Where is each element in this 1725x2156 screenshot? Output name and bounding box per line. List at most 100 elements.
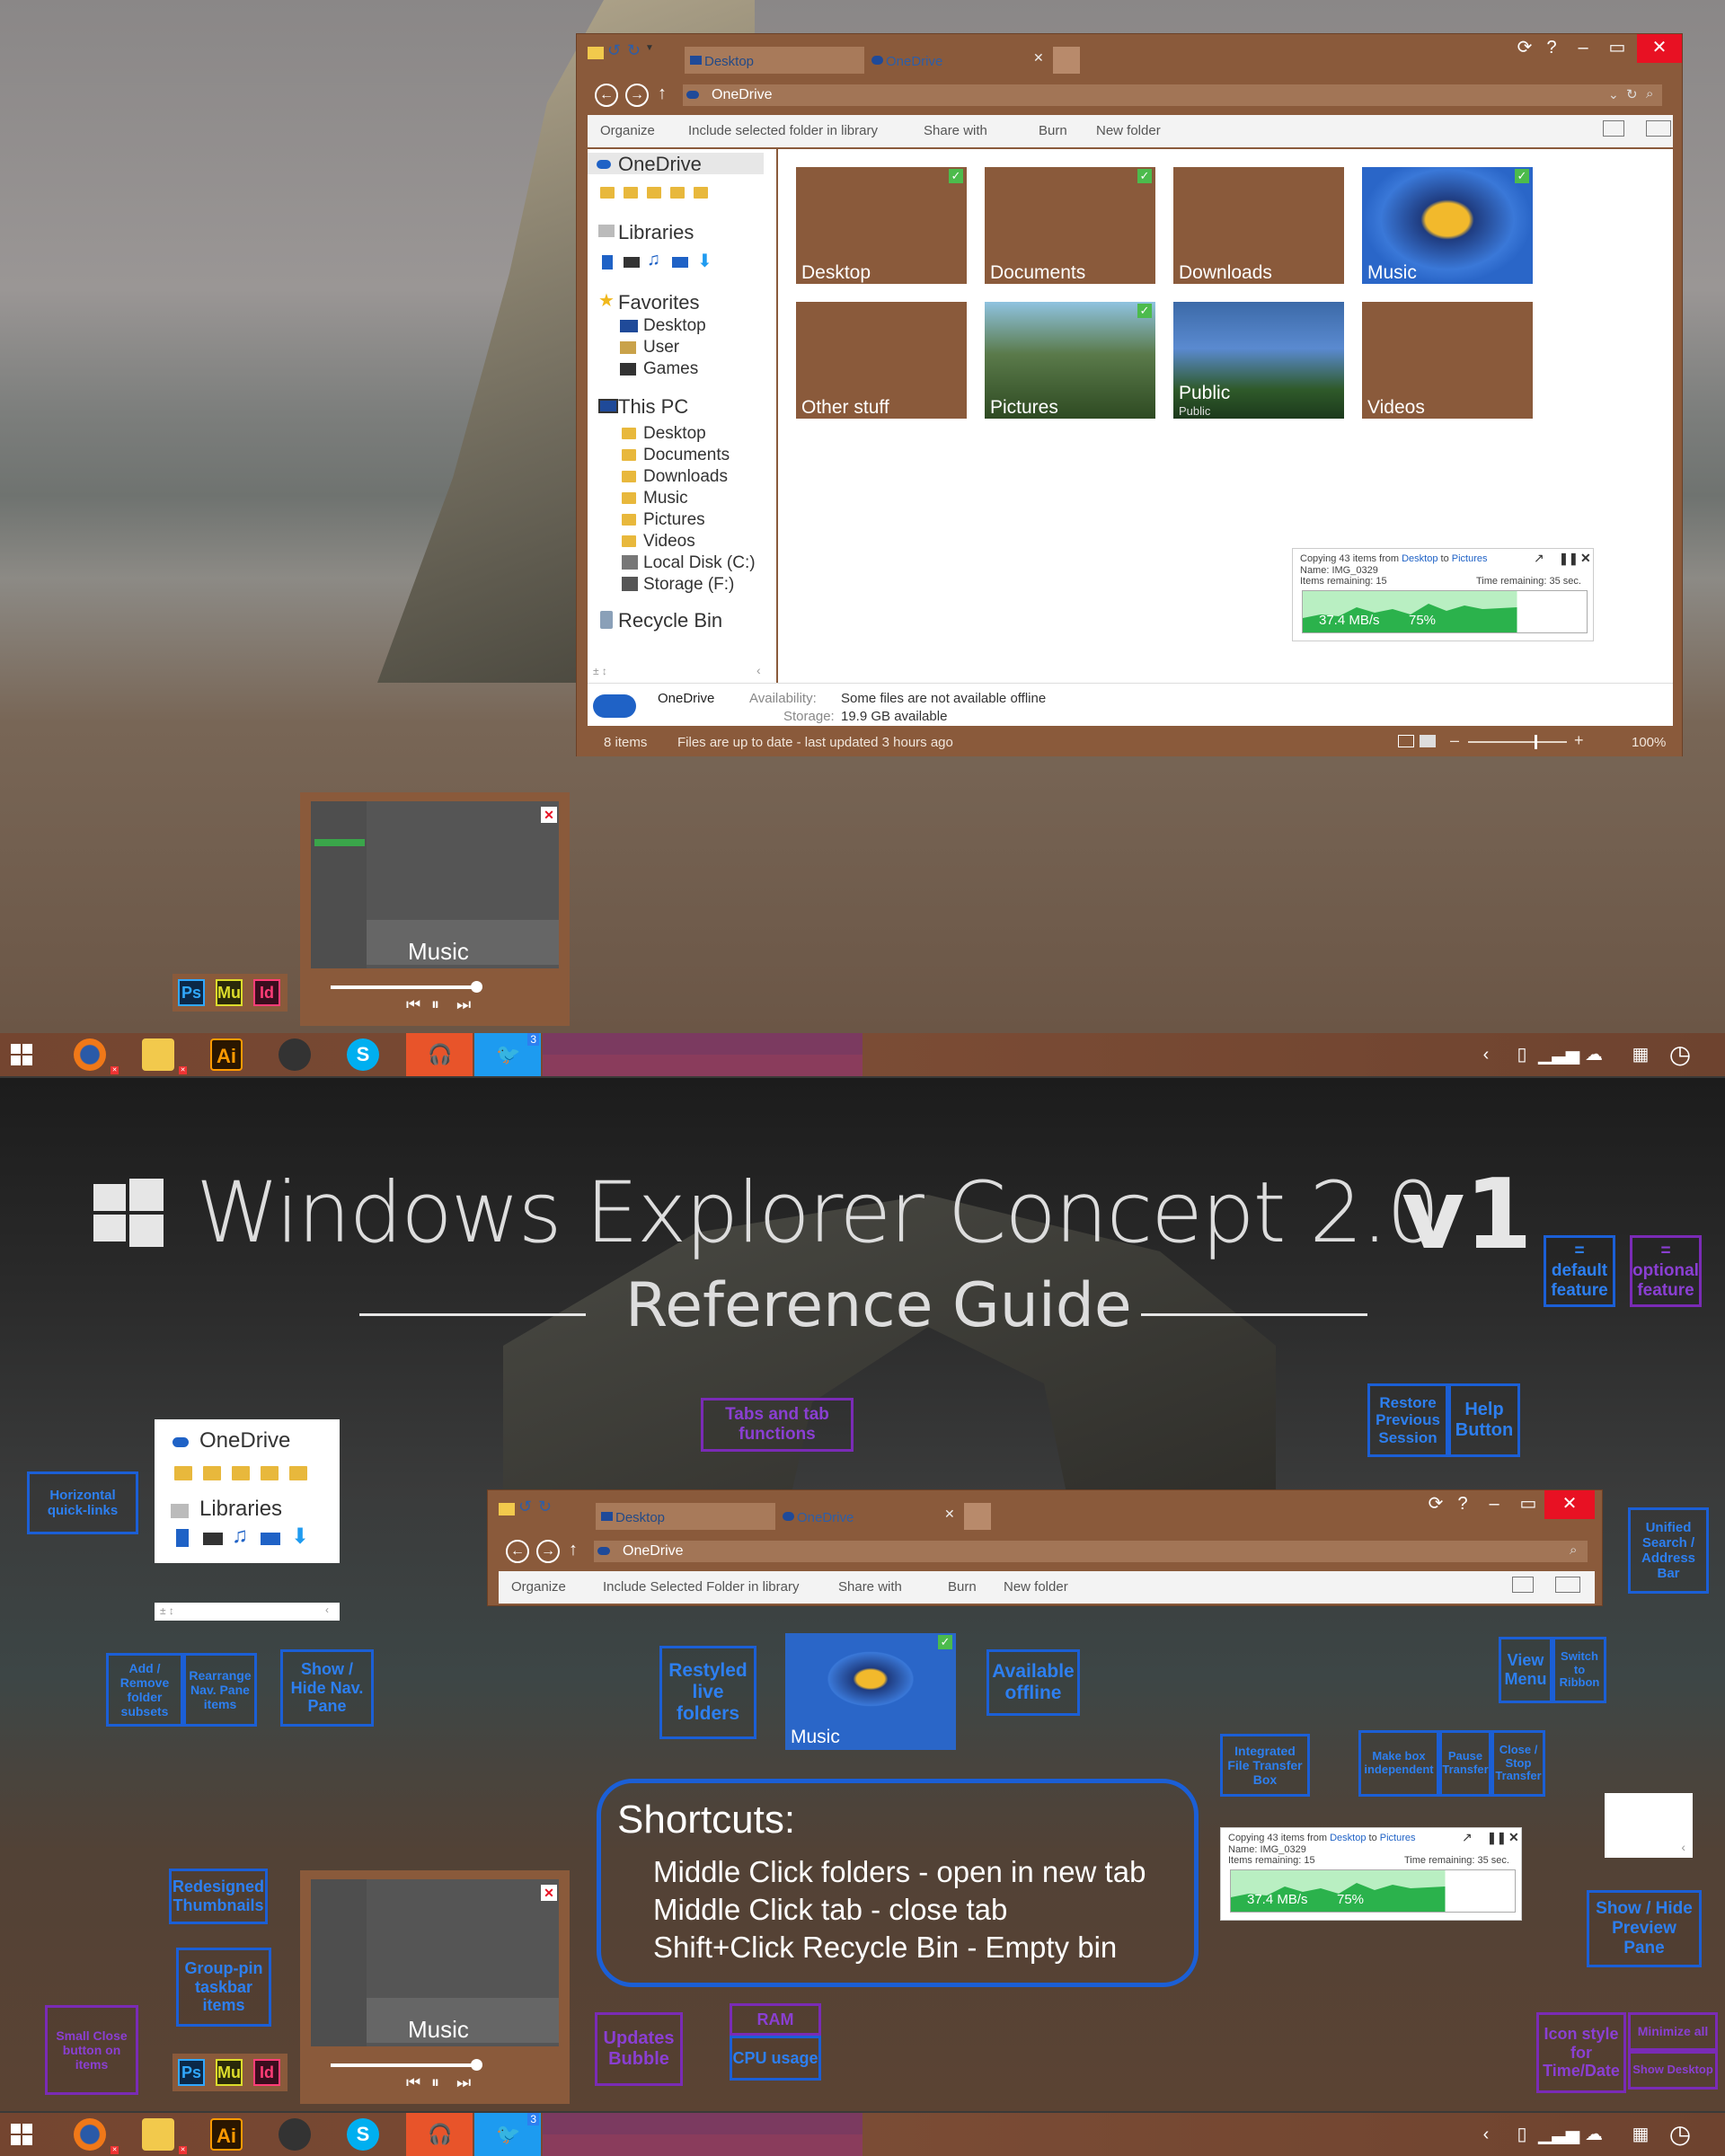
pause-icon[interactable]: ❚❚ [1487, 1831, 1507, 1845]
include-library-menu[interactable]: Include selected folder in library [688, 123, 878, 138]
refresh-icon[interactable]: ↻ [538, 1498, 552, 1516]
taskbar-music[interactable]: 🎧 [406, 2113, 473, 2156]
onedrive-tray-icon[interactable]: ☁ [1578, 2113, 1610, 2156]
nav-fav-desktop[interactable]: Desktop [643, 316, 706, 336]
nav-recycle-bin[interactable]: Recycle Bin [618, 609, 722, 632]
taskbar-thumbnail-sample[interactable]: ✕ Music ⏮ ⏸ ⏭ [300, 1870, 570, 2104]
nav-pc-downloads[interactable]: Downloads [643, 467, 728, 487]
view-menu-icon[interactable] [1512, 1577, 1534, 1593]
taskbar-explorer[interactable]: ✕ [124, 2113, 190, 2156]
taskbar-steam[interactable] [261, 2113, 327, 2156]
taskbar-illustrator[interactable]: Ai [192, 1033, 259, 1076]
taskbar-explorer[interactable]: ✕ [124, 1033, 190, 1076]
indesign-icon[interactable]: Id [253, 979, 280, 1006]
new-folder-button[interactable]: New folder [1004, 1579, 1068, 1595]
burn-button[interactable]: Burn [948, 1579, 977, 1595]
up-button[interactable]: ↑ [658, 84, 667, 104]
share-with-menu[interactable]: Share with [924, 123, 987, 138]
pause-track-icon[interactable]: ⏸ [431, 2073, 439, 2092]
media-seek-handle[interactable] [471, 2059, 482, 2071]
pause-track-icon[interactable]: ⏸ [431, 995, 439, 1014]
folder-tile-documents[interactable]: Documents ✓ [985, 167, 1155, 284]
new-folder-button[interactable]: New folder [1096, 123, 1161, 138]
taskbar-firefox[interactable]: ✕ [56, 1033, 122, 1076]
minimize-button[interactable]: – [1478, 1490, 1510, 1519]
close-transfer-icon[interactable]: ✕ [1580, 551, 1591, 566]
expand-box-icon[interactable]: ↗ [1534, 551, 1544, 566]
details-view-icon[interactable] [1398, 735, 1414, 747]
battery-icon[interactable]: ▯ [1509, 2113, 1535, 2156]
search-icon[interactable]: ⌕ [1570, 1542, 1577, 1558]
folder-tile-music[interactable]: Music ✓ [1362, 167, 1533, 284]
tab-close-icon[interactable]: ✕ [1033, 50, 1044, 66]
zoom-thumb[interactable] [1535, 735, 1537, 749]
close-button[interactable]: ✕ [1544, 1490, 1595, 1519]
taskbar-skype[interactable]: S [329, 1033, 395, 1076]
nav-snippet-onedrive[interactable]: OneDrive [199, 1428, 290, 1454]
nav-pc-music[interactable]: Music [643, 489, 688, 508]
minimize-button[interactable]: – [1567, 34, 1599, 63]
quick-access-dropdown-icon[interactable]: ▼ [645, 43, 654, 53]
nav-fav-user[interactable]: User [643, 338, 679, 358]
onedrive-tray-icon[interactable]: ☁ [1578, 1033, 1610, 1076]
muse-icon[interactable]: Mu [216, 2059, 243, 2086]
media-seek-handle[interactable] [471, 981, 482, 993]
thumbnail-view-icon[interactable] [1420, 735, 1436, 747]
taskbar-illustrator[interactable]: Ai [192, 2113, 259, 2156]
nav-pc-documents[interactable]: Documents [643, 446, 730, 465]
maximize-button[interactable]: ▭ [1599, 34, 1635, 63]
nav-onedrive[interactable]: OneDrive [618, 153, 702, 176]
music-tile-sample[interactable]: ✓ Music [785, 1633, 956, 1750]
taskbar-music[interactable]: 🎧 [406, 1033, 473, 1076]
nav-pc-desktop[interactable]: Desktop [643, 424, 706, 444]
nav-pc-pictures[interactable]: Pictures [643, 510, 705, 530]
up-button[interactable]: ↑ [569, 1540, 578, 1560]
taskbar-firefox[interactable]: ✕ [56, 2113, 122, 2156]
view-menu-icon[interactable] [1603, 120, 1624, 137]
back-button[interactable]: ← [506, 1540, 529, 1563]
burn-button[interactable]: Burn [1039, 123, 1067, 138]
taskbar-thumbnail[interactable]: ✕ Music ⏮ ⏸ ⏭ [300, 792, 570, 1026]
previous-track-icon[interactable]: ⏮ [406, 995, 420, 1014]
start-button[interactable] [0, 2113, 52, 2156]
chevron-down-icon[interactable]: ⌄ [1608, 87, 1619, 102]
help-icon[interactable]: ? [1449, 1490, 1476, 1519]
nav-snippet-libraries[interactable]: Libraries [199, 1497, 282, 1522]
media-seek-bar[interactable] [331, 2063, 480, 2067]
preview-pane-toggle[interactable]: ‹ [1605, 1793, 1693, 1858]
folder-tile-desktop[interactable]: Desktop ✓ [796, 167, 967, 284]
folder-tile-downloads[interactable]: Downloads [1173, 167, 1344, 284]
clock-icon[interactable]: ◷ [1662, 1033, 1698, 1076]
folder-tile-other-stuff[interactable]: Other stuff [796, 302, 967, 419]
zoom-out-icon[interactable]: – [1450, 731, 1459, 750]
transfer-from-link[interactable]: Desktop [1402, 553, 1438, 564]
tab-close-icon[interactable]: ✕ [944, 1507, 955, 1522]
share-with-menu[interactable]: Share with [838, 1579, 902, 1595]
tab-desktop[interactable]: Desktop [685, 47, 864, 74]
hide-nav-pane-icon[interactable]: ‹ [325, 1604, 329, 1616]
thumbnail-close[interactable]: ✕ [541, 807, 557, 823]
next-track-icon[interactable]: ⏭ [456, 2073, 471, 2092]
hide-nav-pane-icon[interactable]: ‹ [756, 663, 761, 677]
photoshop-icon[interactable]: Ps [178, 2059, 205, 2086]
tab-desktop[interactable]: Desktop [596, 1503, 775, 1530]
clock-icon[interactable]: ◷ [1662, 2113, 1698, 2156]
nav-pc-localdisk[interactable]: Local Disk (C:) [643, 553, 756, 573]
folder-tile-pictures[interactable]: Pictures ✓ [985, 302, 1155, 419]
address-bar[interactable]: OneDrive ⌄ ↻ ⌕ [683, 84, 1662, 106]
organize-menu[interactable]: Organize [600, 123, 655, 138]
nav-favorites[interactable]: Favorites [618, 291, 699, 314]
zoom-in-icon[interactable]: + [1574, 731, 1584, 750]
calendar-icon[interactable]: ▦ [1623, 1033, 1659, 1076]
taskbar-steam[interactable] [261, 1033, 327, 1076]
forward-button[interactable]: → [536, 1540, 560, 1563]
small-close-button[interactable]: ✕ [111, 2146, 119, 2154]
include-library-menu[interactable]: Include Selected Folder in library [603, 1579, 799, 1595]
transfer-to-link[interactable]: Pictures [1452, 553, 1488, 564]
expand-box-icon[interactable]: ↗ [1462, 1830, 1473, 1845]
tab-onedrive[interactable]: OneDrive [866, 47, 1010, 74]
back-button[interactable]: ← [595, 84, 618, 107]
battery-icon[interactable]: ▯ [1509, 1033, 1535, 1076]
small-close-button[interactable]: ✕ [111, 1066, 119, 1074]
nav-pc-storage[interactable]: Storage (F:) [643, 575, 734, 595]
